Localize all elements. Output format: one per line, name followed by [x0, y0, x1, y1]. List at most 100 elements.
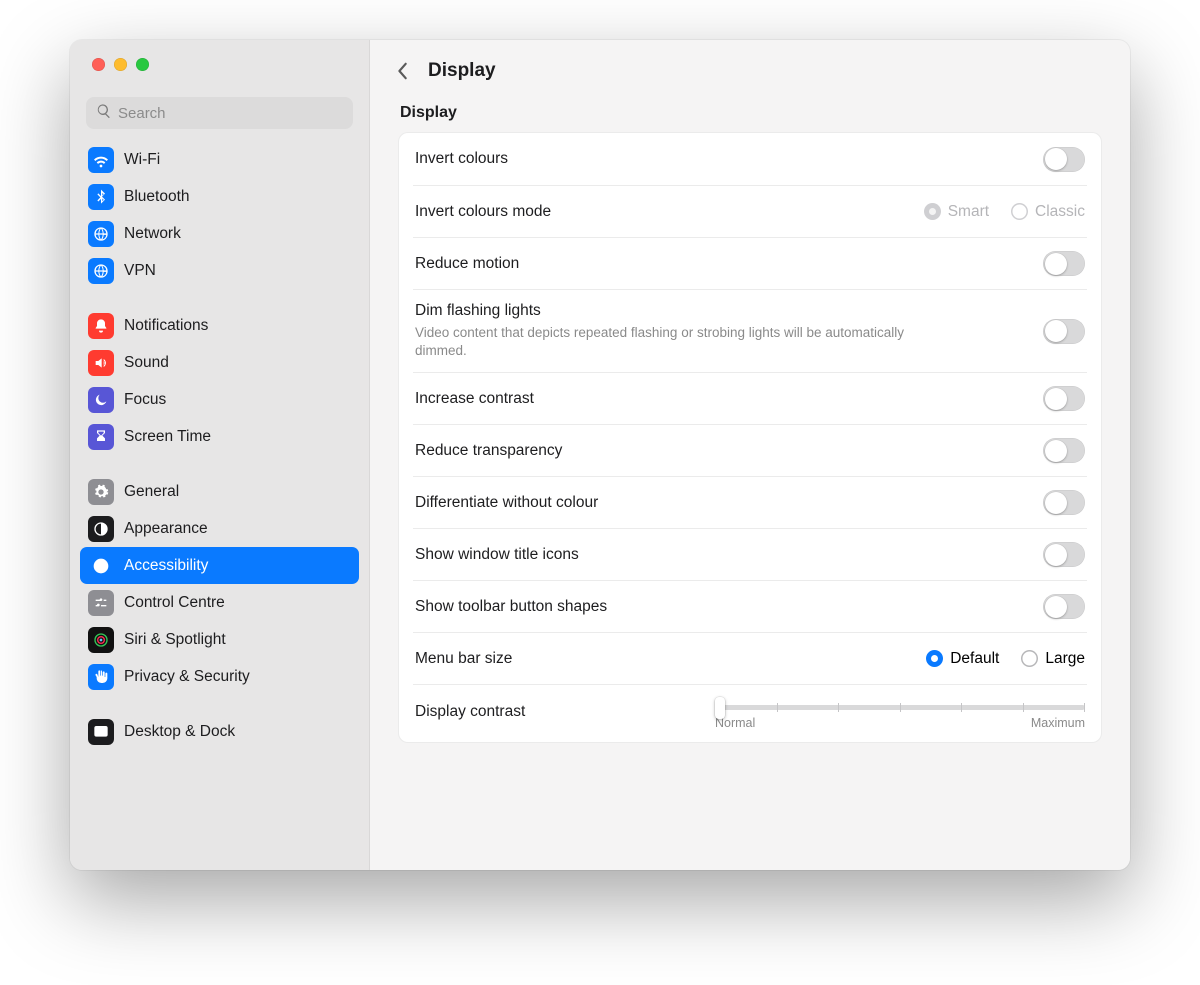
sidebar-item-network[interactable]: Network — [80, 215, 359, 252]
sidebar-item-screen-time[interactable]: Screen Time — [80, 418, 359, 455]
back-button[interactable] — [390, 58, 416, 84]
radio-label: Classic — [1035, 203, 1085, 221]
row-reduce-motion: Reduce motion — [413, 237, 1087, 289]
search-icon — [96, 103, 118, 124]
sidebar-item-label: Siri & Spotlight — [124, 631, 226, 649]
hourglass-icon — [88, 424, 114, 450]
zoom-window-button[interactable] — [136, 58, 149, 71]
radio-icon — [1021, 650, 1038, 667]
row-toolbar-button-shapes: Show toolbar button shapes — [413, 580, 1087, 632]
settings-window: Wi-Fi Bluetooth Network VPN Notifications Sou… — [70, 40, 1130, 870]
radio-icon — [1011, 203, 1028, 220]
sidebar-item-notifications[interactable]: Notifications — [80, 307, 359, 344]
label-invert-mode: Invert colours mode — [415, 203, 551, 221]
search-input[interactable] — [118, 105, 343, 122]
row-invert-colours: Invert colours — [413, 133, 1087, 185]
row-diff-without-colour: Differentiate without colour — [413, 476, 1087, 528]
sidebar-item-privacy-security[interactable]: Privacy & Security — [80, 658, 359, 695]
label-window-title-icons: Show window title icons — [415, 546, 579, 564]
globe-icon — [88, 221, 114, 247]
sidebar: Wi-Fi Bluetooth Network VPN Notifications Sou… — [70, 40, 370, 870]
radio-label: Default — [950, 650, 999, 668]
contrast-icon — [88, 516, 114, 542]
section-header: Display — [400, 104, 1102, 122]
hand-icon — [88, 664, 114, 690]
window-controls — [70, 40, 369, 71]
label-diff-without-colour: Differentiate without colour — [415, 494, 598, 512]
label-reduce-motion: Reduce motion — [415, 255, 519, 273]
toggle-dim-flashing[interactable] — [1043, 319, 1085, 344]
sidebar-item-label: Appearance — [124, 520, 208, 538]
row-menu-bar-size: Menu bar size Default Large — [413, 632, 1087, 684]
minimize-window-button[interactable] — [114, 58, 127, 71]
toggle-reduce-motion[interactable] — [1043, 251, 1085, 276]
row-increase-contrast: Increase contrast — [413, 372, 1087, 424]
display-panel: Invert colours Invert colours mode Smart… — [398, 132, 1102, 743]
sidebar-item-bluetooth[interactable]: Bluetooth — [80, 178, 359, 215]
sidebar-item-label: Desktop & Dock — [124, 723, 235, 741]
sidebar-item-desktop-dock[interactable]: Desktop & Dock — [80, 713, 359, 750]
radio-label: Smart — [948, 203, 989, 221]
sidebar-item-vpn[interactable]: VPN — [80, 252, 359, 289]
siri-icon — [88, 627, 114, 653]
label-increase-contrast: Increase contrast — [415, 390, 534, 408]
radio-menu-bar-size-large[interactable]: Large — [1021, 650, 1085, 668]
radio-icon — [924, 203, 941, 220]
sidebar-item-label: Focus — [124, 391, 166, 409]
toggle-increase-contrast[interactable] — [1043, 386, 1085, 411]
row-dim-flashing: Dim flashing lights Video content that d… — [413, 289, 1087, 372]
bluetooth-icon — [88, 184, 114, 210]
search-field[interactable] — [86, 97, 353, 129]
page-title: Display — [428, 60, 496, 82]
close-window-button[interactable] — [92, 58, 105, 71]
toggle-window-title-icons[interactable] — [1043, 542, 1085, 567]
row-window-title-icons: Show window title icons — [413, 528, 1087, 580]
sidebar-item-focus[interactable]: Focus — [80, 381, 359, 418]
sidebar-item-label: Screen Time — [124, 428, 211, 446]
sidebar-item-sound[interactable]: Sound — [80, 344, 359, 381]
sidebar-item-wi-fi[interactable]: Wi-Fi — [80, 141, 359, 178]
radio-label: Large — [1045, 650, 1085, 668]
sidebar-item-accessibility[interactable]: Accessibility — [80, 547, 359, 584]
radio-icon — [926, 650, 943, 667]
sublabel-dim-flashing: Video content that depicts repeated flas… — [415, 324, 935, 360]
toggle-diff-without-colour[interactable] — [1043, 490, 1085, 515]
label-toolbar-button-shapes: Show toolbar button shapes — [415, 598, 607, 616]
sidebar-item-label: Wi-Fi — [124, 151, 160, 169]
toggle-toolbar-button-shapes[interactable] — [1043, 594, 1085, 619]
sidebar-item-label: Bluetooth — [124, 188, 190, 206]
toggle-invert-colours[interactable] — [1043, 147, 1085, 172]
row-display-contrast: Display contrast Normal Maximum — [413, 684, 1087, 742]
label-menu-bar-size: Menu bar size — [415, 650, 512, 668]
bell-icon — [88, 313, 114, 339]
sidebar-list[interactable]: Wi-Fi Bluetooth Network VPN Notifications Sou… — [70, 139, 369, 870]
sidebar-item-label: Notifications — [124, 317, 208, 335]
row-reduce-transparency: Reduce transparency — [413, 424, 1087, 476]
row-invert-mode: Invert colours mode Smart Classic — [413, 185, 1087, 237]
label-display-contrast: Display contrast — [415, 697, 525, 721]
radio-menu-bar-size-default[interactable]: Default — [926, 650, 999, 668]
sidebar-item-label: Accessibility — [124, 557, 208, 575]
wifi-icon — [88, 147, 114, 173]
dock-icon — [88, 719, 114, 745]
label-dim-flashing: Dim flashing lights — [415, 302, 935, 320]
label-reduce-transparency: Reduce transparency — [415, 442, 562, 460]
main-pane: Display Display Invert colours Invert co… — [370, 40, 1130, 870]
label-invert-colours: Invert colours — [415, 150, 508, 168]
sidebar-item-control-centre[interactable]: Control Centre — [80, 584, 359, 621]
speaker-icon — [88, 350, 114, 376]
sidebar-item-siri-spotlight[interactable]: Siri & Spotlight — [80, 621, 359, 658]
slider-max-label: Maximum — [1031, 716, 1085, 730]
sidebar-item-general[interactable]: General — [80, 473, 359, 510]
slider-thumb[interactable] — [715, 697, 725, 719]
globe-icon — [88, 258, 114, 284]
slider-display-contrast[interactable] — [715, 705, 1085, 710]
gear-icon — [88, 479, 114, 505]
sidebar-item-label: Privacy & Security — [124, 668, 250, 686]
access-icon — [88, 553, 114, 579]
sidebar-item-label: VPN — [124, 262, 156, 280]
sidebar-item-appearance[interactable]: Appearance — [80, 510, 359, 547]
sidebar-item-label: General — [124, 483, 179, 501]
sidebar-item-label: Network — [124, 225, 181, 243]
toggle-reduce-transparency[interactable] — [1043, 438, 1085, 463]
